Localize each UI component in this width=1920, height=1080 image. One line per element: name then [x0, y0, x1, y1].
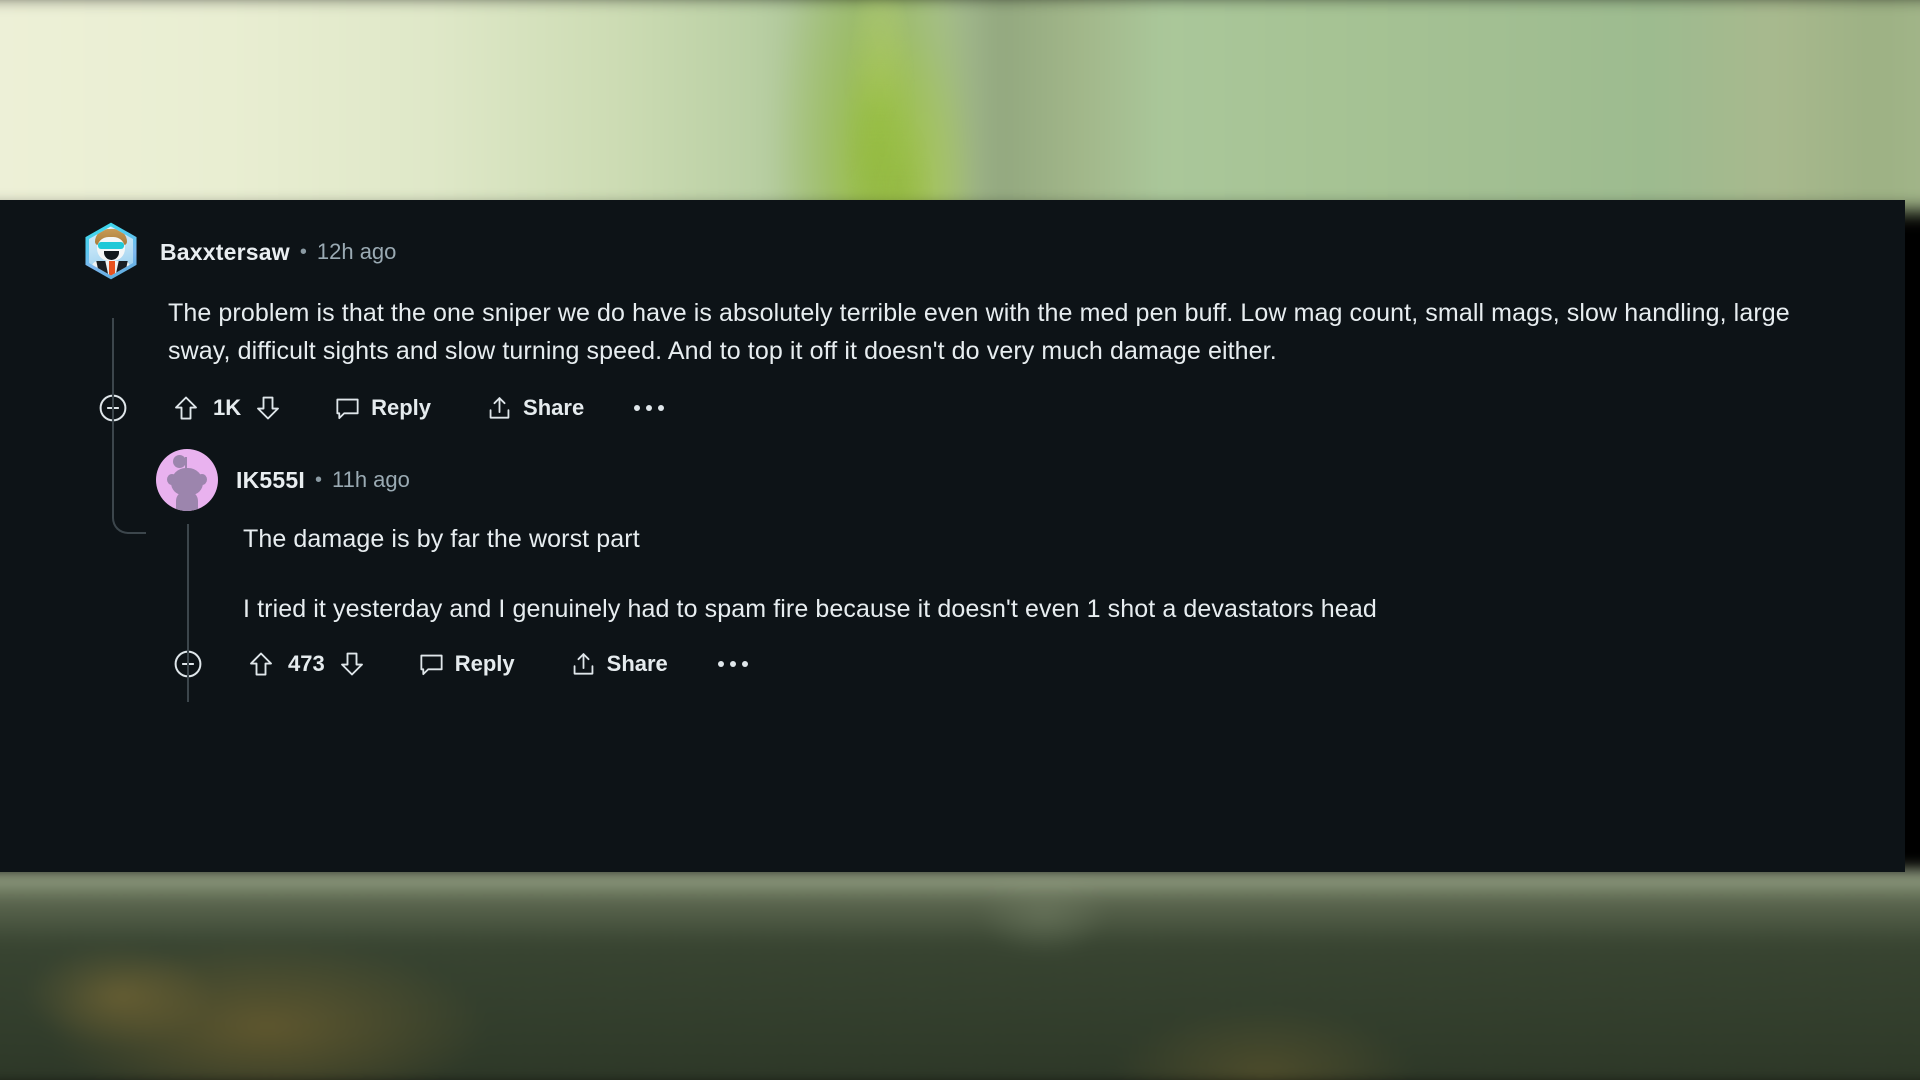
thread-line-level-2[interactable] — [187, 524, 189, 702]
comment-bubble-icon — [333, 394, 362, 423]
comment-thread-root: Baxxtersaw • 12h ago The problem is that… — [0, 222, 1905, 534]
more-options-button[interactable] — [717, 661, 748, 667]
hexagon-avatar-inner — [89, 226, 133, 276]
comment-overlay-panel: Baxxtersaw • 12h ago The problem is that… — [0, 200, 1905, 872]
downvote-button[interactable] — [337, 649, 367, 679]
reply-action-bar: 473 Reply Share — [172, 648, 1905, 680]
reply-author-username[interactable]: IK555I — [236, 467, 305, 494]
more-dot — [634, 405, 641, 411]
reply-header: IK555I • 11h ago — [156, 449, 1905, 511]
avatar[interactable] — [156, 449, 218, 511]
comment-meta: Baxxtersaw • 12h ago — [160, 239, 396, 266]
upvote-arrow-icon — [171, 393, 201, 423]
upvote-button[interactable] — [246, 649, 276, 679]
avatar-visor-icon — [98, 242, 124, 249]
avatar[interactable] — [82, 222, 142, 282]
snoo-antenna-ball-icon — [173, 455, 186, 468]
comment-body: The problem is that the one sniper we do… — [168, 294, 1828, 370]
reply-body: The damage is by far the worst part I tr… — [243, 520, 1843, 628]
reply-paragraph: The damage is by far the worst part — [243, 525, 640, 553]
downvote-arrow-icon — [253, 393, 283, 423]
comment-reply: IK555I • 11h ago The damage is by far th… — [0, 449, 1905, 702]
more-options-button[interactable] — [634, 405, 665, 411]
downvote-button[interactable] — [253, 393, 283, 423]
reply-timestamp[interactable]: 11h ago — [332, 467, 410, 493]
share-button[interactable]: Share — [485, 394, 584, 423]
more-dot — [741, 661, 748, 667]
comment-bubble-icon — [417, 650, 446, 679]
vote-count: 1K — [213, 395, 242, 420]
screenshot-stage: Baxxtersaw • 12h ago The problem is that… — [0, 0, 1920, 1080]
reply-meta: IK555I • 11h ago — [236, 467, 410, 494]
more-dot — [658, 405, 665, 411]
share-upload-icon — [569, 650, 598, 679]
reply-button[interactable]: Reply — [333, 394, 431, 423]
circle-avatar-frame — [156, 449, 218, 511]
background-plant-stem — [0, 0, 1920, 205]
hexagon-avatar-frame — [85, 222, 137, 280]
meta-separator: • — [314, 469, 322, 491]
avatar-tie — [109, 261, 115, 276]
comment-header: Baxxtersaw • 12h ago — [82, 222, 1905, 280]
reply-paragraph: I tried it yesterday and I genuinely had… — [243, 595, 1377, 623]
upvote-arrow-icon — [246, 649, 276, 679]
meta-separator: • — [299, 241, 307, 263]
vote-count: 473 — [288, 651, 325, 676]
comment-paragraph: The problem is that the one sniper we do… — [168, 299, 1790, 365]
more-dot — [729, 661, 736, 667]
more-dot — [646, 405, 653, 411]
share-upload-icon — [485, 394, 514, 423]
comment-timestamp[interactable]: 12h ago — [317, 239, 397, 265]
snoo-body — [176, 491, 198, 511]
reply-label: Reply — [371, 395, 432, 420]
avatar-lapel-right — [115, 261, 128, 276]
comment-action-bar: 1K Reply Share — [97, 392, 1905, 424]
comment-author-username[interactable]: Baxxtersaw — [160, 239, 290, 266]
reply-button[interactable]: Reply — [417, 650, 515, 679]
share-label: Share — [523, 395, 585, 420]
share-button[interactable]: Share — [569, 650, 668, 679]
reply-label: Reply — [454, 651, 515, 676]
background-video-bottom — [0, 869, 1920, 1080]
downvote-arrow-icon — [337, 649, 367, 679]
upvote-button[interactable] — [171, 393, 201, 423]
more-dot — [717, 661, 724, 667]
share-label: Share — [606, 651, 668, 676]
